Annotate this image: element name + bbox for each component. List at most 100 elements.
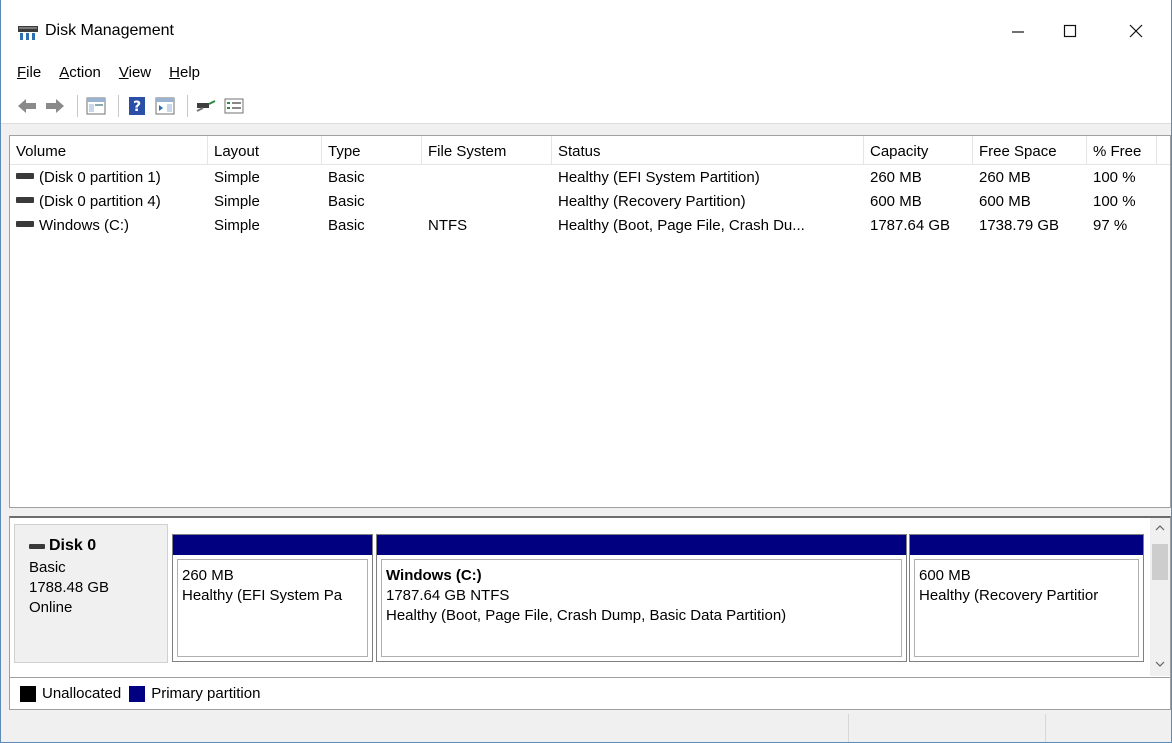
chevron-up-icon (1155, 525, 1165, 531)
volume-list-header: Volume Layout Type File System Status Ca… (10, 136, 1170, 165)
toolbar: ? (1, 88, 1171, 124)
menu-file-accelerator: F (17, 63, 27, 81)
partition-efi[interactable]: 260 MB Healthy (EFI System Pa (172, 534, 373, 662)
properties-icon (224, 98, 244, 113)
column-header-percent-free[interactable]: % Free (1087, 136, 1157, 165)
column-header-type[interactable]: Type (322, 136, 422, 165)
legend-label: Unallocated (42, 685, 122, 702)
back-button[interactable] (15, 94, 39, 118)
vertical-scrollbar[interactable] (1150, 518, 1170, 676)
column-header-file-system[interactable]: File System (422, 136, 552, 165)
show-hide-console-tree-button[interactable] (84, 94, 108, 118)
column-header-volume[interactable]: Volume (10, 136, 208, 165)
layout-cell: Simple (214, 169, 260, 186)
table-row[interactable]: Windows (C:) Simple Basic NTFS Healthy (… (10, 214, 1170, 238)
menu-help[interactable]: Help (163, 64, 206, 81)
column-header-capacity[interactable]: Capacity (864, 136, 973, 165)
minimize-button[interactable] (995, 10, 1041, 52)
partition-bar (377, 535, 906, 555)
volume-name: (Disk 0 partition 4) (39, 193, 161, 210)
unallocated-swatch (20, 685, 36, 702)
partition-body: 260 MB Healthy (EFI System Pa (177, 559, 368, 657)
menu-view-accelerator: V (118, 63, 129, 81)
menu-action-accelerator: A (59, 63, 70, 81)
free-space-cell: 1738.79 GB (979, 217, 1060, 234)
free-space-cell: 260 MB (979, 169, 1031, 186)
disk-management-window: Disk Management File Action View Help ? (0, 0, 1172, 743)
column-header-layout[interactable]: Layout (208, 136, 322, 165)
menu-view[interactable]: View (113, 64, 157, 81)
scroll-up-arrow[interactable] (1150, 518, 1170, 538)
status-bar-pane (1045, 714, 1169, 742)
forward-button[interactable] (43, 94, 67, 118)
column-header-status[interactable]: Status (552, 136, 864, 165)
partition-body: Windows (C:) 1787.64 GB NTFS Healthy (Bo… (381, 559, 902, 657)
partition-size: 260 MB (182, 567, 234, 584)
menu-help-accelerator: H (169, 63, 180, 81)
volume-icon (16, 173, 34, 180)
connect-icon (196, 99, 216, 112)
menu-view-label: iew (128, 63, 152, 81)
toolbar-separator (187, 94, 188, 117)
disk-label[interactable]: Disk 0 Basic 1788.48 GB Online (14, 524, 168, 663)
volume-icon (16, 221, 34, 228)
partition-windows-c[interactable]: Windows (C:) 1787.64 GB NTFS Healthy (Bo… (376, 534, 907, 662)
legend-item-primary-partition: Primary partition (129, 685, 260, 702)
disk-name: Disk 0 (29, 537, 167, 555)
legend-item-unallocated: Unallocated (20, 685, 121, 702)
disk-management-app-icon (17, 24, 39, 42)
minimize-icon (1012, 31, 1024, 33)
percent-free-cell: 100 % (1093, 169, 1136, 186)
close-button[interactable] (1113, 10, 1159, 52)
partition-body: 600 MB Healthy (Recovery Partitior (914, 559, 1139, 657)
column-header-free-space[interactable]: Free Space (973, 136, 1087, 165)
status-cell: Healthy (EFI System Partition) (558, 169, 760, 186)
action-pane-icon (155, 97, 175, 114)
partition-status: Healthy (Boot, Page File, Crash Dump, Ba… (386, 607, 787, 624)
primary-partition-swatch (129, 685, 146, 702)
disk-state: Online (29, 599, 73, 616)
disk-name-text: Disk 0 (49, 537, 97, 554)
percent-free-cell: 97 % (1093, 217, 1128, 234)
menu-file[interactable]: File (11, 64, 47, 81)
status-bar (1, 710, 1171, 742)
capacity-cell: 1787.64 GB (870, 217, 951, 234)
partition-recovery[interactable]: 600 MB Healthy (Recovery Partitior (909, 534, 1144, 662)
type-cell: Basic (328, 169, 365, 186)
legend-label: Primary partition (151, 685, 261, 702)
disk-icon (29, 543, 45, 549)
toolbar-separator (118, 94, 119, 117)
menu-action[interactable]: Action (53, 64, 107, 81)
properties-button[interactable] (222, 94, 246, 118)
table-row[interactable]: (Disk 0 partition 1) Simple Basic Health… (10, 166, 1170, 190)
scroll-down-arrow[interactable] (1150, 654, 1170, 674)
percent-free-cell: 100 % (1093, 193, 1136, 210)
menu-bar: File Action View Help (1, 56, 1171, 88)
graphical-disk-view[interactable]: Disk 0 Basic 1788.48 GB Online 260 MB He… (9, 516, 1171, 678)
window-title: Disk Management (45, 22, 174, 39)
disk-type: Basic (29, 559, 66, 576)
show-hide-action-pane-button[interactable] (153, 94, 177, 118)
table-row[interactable]: (Disk 0 partition 4) Simple Basic Health… (10, 190, 1170, 214)
status-cell: Healthy (Recovery Partition) (558, 193, 746, 210)
disk-size: 1788.48 GB (29, 579, 110, 596)
scroll-thumb[interactable] (1152, 544, 1168, 580)
title-bar[interactable]: Disk Management (1, 0, 1171, 56)
menu-file-label: ile (26, 63, 42, 81)
menu-help-label: elp (179, 63, 201, 81)
layout-cell: Simple (214, 193, 260, 210)
forward-arrow-icon (46, 98, 64, 113)
status-bar-pane (848, 714, 1045, 742)
maximize-button[interactable] (1047, 10, 1093, 52)
partition-status: Healthy (EFI System Pa (182, 587, 343, 604)
back-arrow-icon (18, 98, 36, 113)
partition-size: 1787.64 GB NTFS (386, 587, 510, 604)
console-tree-icon (86, 97, 106, 114)
help-button[interactable]: ? (125, 94, 149, 118)
volume-list[interactable]: Volume Layout Type File System Status Ca… (9, 135, 1171, 508)
connect-button[interactable] (194, 94, 218, 118)
type-cell: Basic (328, 193, 365, 210)
chevron-down-icon (1155, 661, 1165, 667)
menu-action-label: ction (69, 63, 101, 81)
pane-splitter[interactable] (9, 508, 1171, 516)
